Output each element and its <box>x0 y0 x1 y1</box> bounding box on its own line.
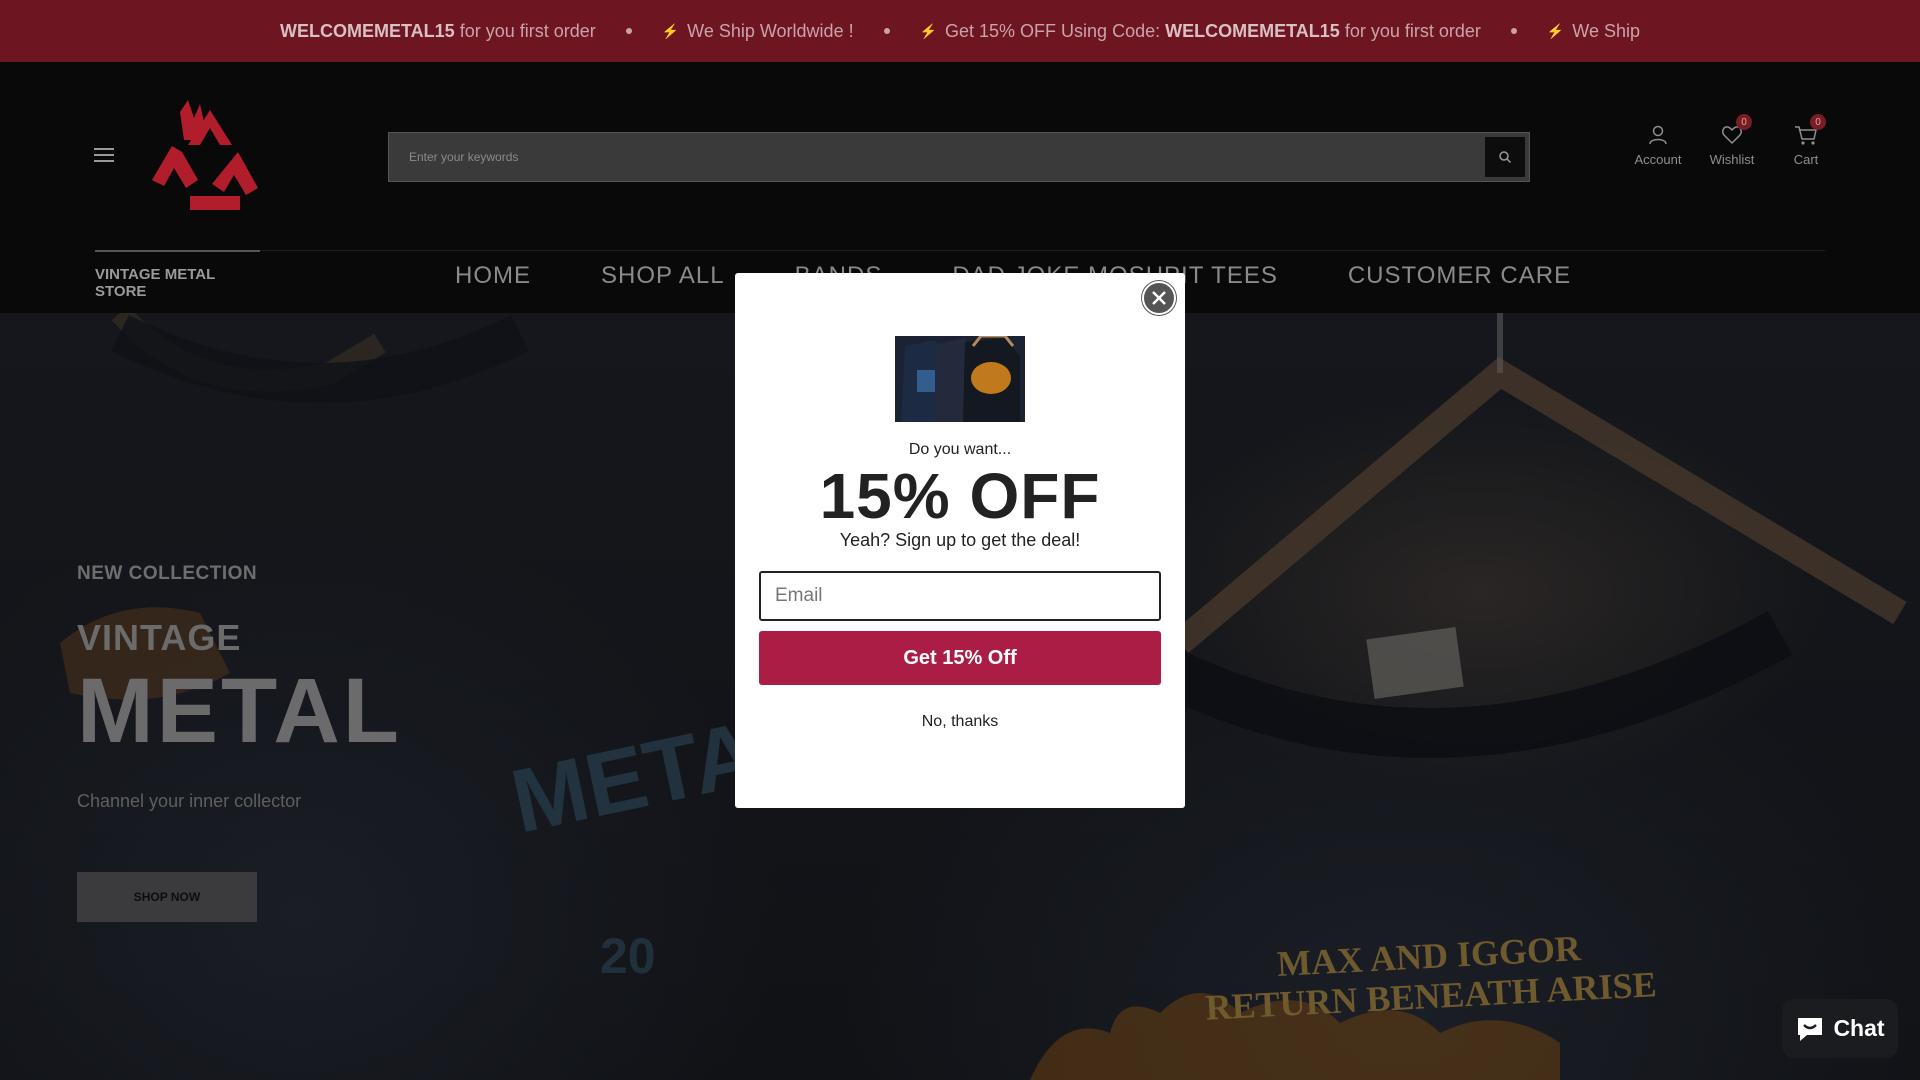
hero-title-line2: METAL <box>77 660 403 762</box>
wishlist-link[interactable]: 0 Wishlist <box>1708 114 1756 167</box>
header-divider <box>95 250 1825 251</box>
search-button[interactable] <box>1485 137 1525 177</box>
user-icon <box>1649 125 1667 145</box>
search-input[interactable] <box>389 133 1485 181</box>
cart-label: Cart <box>1793 152 1819 167</box>
announcement-item: ⚡ We Ship Worldwide ! <box>662 21 854 42</box>
recycle-horns-logo-icon <box>152 100 258 210</box>
announcement-text: We Ship <box>1572 20 1640 41</box>
announcement-bar: WELCOMEMETAL15 for you first order ⚡ We S… <box>0 0 1920 62</box>
promo-code: WELCOMEMETAL15 <box>280 20 455 41</box>
popup-product-image <box>895 336 1025 422</box>
no-thanks-link[interactable]: No, thanks <box>735 713 1185 731</box>
announcement-item: ⚡ We Ship <box>1547 21 1640 42</box>
nav-customer-care[interactable]: CUSTOMER CARE <box>1348 262 1571 290</box>
cart-link[interactable]: 0 Cart <box>1782 114 1830 167</box>
cart-count-badge: 0 <box>1810 114 1826 130</box>
store-tab[interactable]: VINTAGE METAL STORE <box>95 250 260 313</box>
separator-dot <box>1510 28 1517 34</box>
popup-pretext: Do you want... <box>908 441 1012 458</box>
announcement-text: for you first order <box>459 20 596 41</box>
store-logo[interactable] <box>150 100 270 215</box>
chat-bubble-icon <box>1798 1017 1823 1041</box>
announcement-item: ⚡ Get 15% OFF Using Code: WELCOMEMETAL15 … <box>920 21 1481 42</box>
separator-dot <box>883 28 890 34</box>
bolt-icon: ⚡ <box>661 22 680 39</box>
separator-dot <box>625 28 632 34</box>
announcement-item: WELCOMEMETAL15 for you first order <box>280 21 596 42</box>
get-discount-button[interactable]: Get 15% Off <box>759 631 1161 685</box>
hero-title-line1: VINTAGE <box>77 617 242 658</box>
bolt-icon: ⚡ <box>1546 22 1565 39</box>
search-icon <box>1499 151 1512 164</box>
announcement-text: Get 15% OFF Using Code: <box>945 20 1161 41</box>
nav-home[interactable]: HOME <box>455 262 531 290</box>
chat-label: Chat <box>1833 1015 1885 1041</box>
announcement-text: for you first order <box>1344 20 1481 41</box>
hero-eyebrow: NEW COLLECTION <box>77 563 258 584</box>
search-bar <box>388 132 1530 182</box>
nav-shop-all[interactable]: SHOP ALL <box>601 262 725 290</box>
page: WELCOMEMETAL15 for you first order ⚡ We S… <box>0 0 1920 1080</box>
close-icon <box>1152 291 1166 305</box>
discount-popup: Do you want... 15% OFF Yeah? Sign up to … <box>735 273 1185 808</box>
hero-subtitle: Channel your inner collector <box>77 791 302 811</box>
popup-headline: 15% OFF <box>819 460 1101 532</box>
announcement-text: We Ship Worldwide ! <box>687 20 854 41</box>
bolt-icon: ⚡ <box>919 22 938 39</box>
account-label: Account <box>1634 152 1682 167</box>
email-field-wrapper <box>759 571 1161 621</box>
wishlist-count-badge: 0 <box>1736 114 1752 130</box>
svg-text:20: 20 <box>600 928 656 984</box>
email-field[interactable] <box>761 573 1159 619</box>
shop-now-button[interactable]: SHOP NOW <box>77 872 257 922</box>
chat-button[interactable]: Chat <box>1782 999 1898 1058</box>
header-actions: Account 0 Wishlist 0 Cart <box>1634 114 1830 167</box>
popup-subline: Yeah? Sign up to get the deal! <box>839 530 1081 550</box>
promo-code: WELCOMEMETAL15 <box>1165 20 1340 41</box>
menu-icon[interactable] <box>94 148 114 162</box>
wishlist-label: Wishlist <box>1709 152 1755 167</box>
account-link[interactable]: Account <box>1634 124 1682 167</box>
hero-content: NEW COLLECTION VINTAGE METAL Channel you… <box>77 563 402 922</box>
close-popup-button[interactable] <box>1142 281 1176 315</box>
